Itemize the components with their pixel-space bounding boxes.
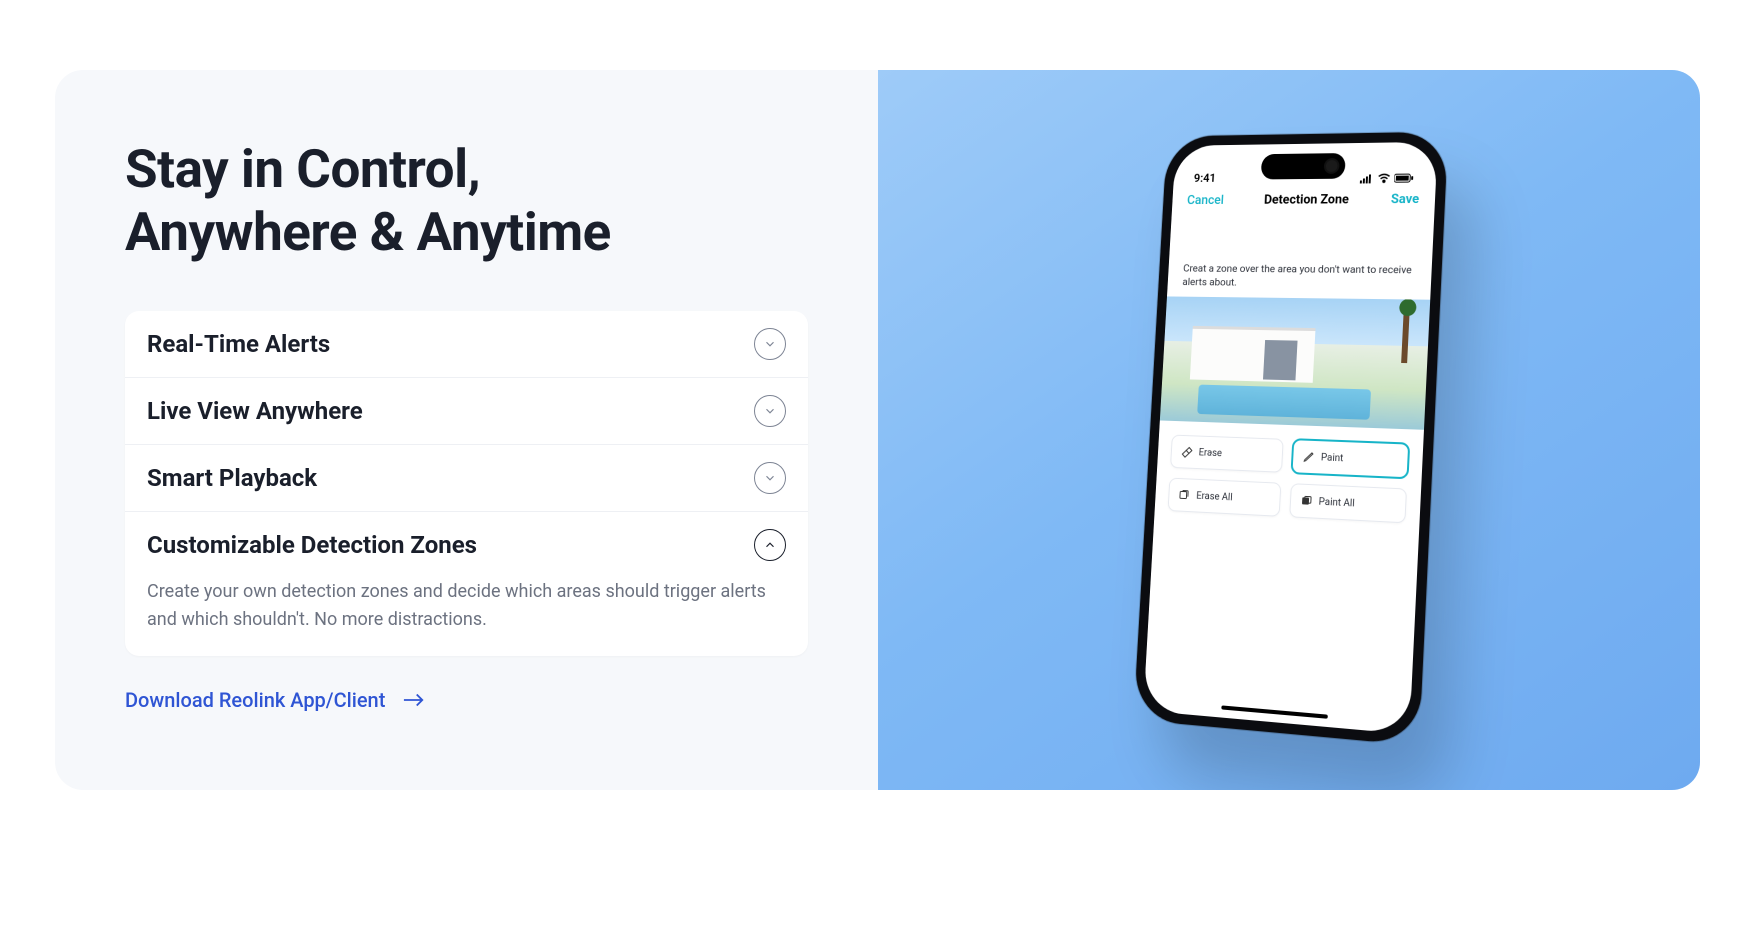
tool-label: Paint bbox=[1321, 452, 1344, 464]
headline: Stay in Control, Anywhere & Anytime bbox=[125, 138, 808, 263]
accordion: Real-Time Alerts Live View Anywhere Smar… bbox=[125, 311, 808, 656]
download-link[interactable]: Download Reolink App/Client bbox=[125, 688, 808, 712]
accordion-body: Create your own detection zones and deci… bbox=[125, 578, 808, 656]
accordion-header[interactable]: Live View Anywhere bbox=[125, 378, 808, 444]
home-indicator bbox=[1221, 705, 1328, 718]
accordion-title: Real-Time Alerts bbox=[147, 330, 330, 358]
phone-save-button[interactable]: Save bbox=[1391, 192, 1420, 207]
tool-label: Paint All bbox=[1319, 496, 1356, 509]
tool-erase-button[interactable]: Erase bbox=[1170, 435, 1283, 473]
accordion-item-real-time-alerts: Real-Time Alerts bbox=[125, 311, 808, 378]
chevron-up-icon bbox=[754, 529, 786, 561]
status-icons bbox=[1360, 173, 1415, 183]
accordion-item-detection-zones: Customizable Detection Zones Create your… bbox=[125, 512, 808, 656]
pencil-icon bbox=[1302, 451, 1314, 464]
phone-camera-preview[interactable] bbox=[1160, 297, 1430, 430]
download-link-label: Download Reolink App/Client bbox=[125, 688, 385, 712]
wifi-icon bbox=[1378, 173, 1391, 183]
accordion-title: Customizable Detection Zones bbox=[147, 531, 477, 559]
paint-all-icon bbox=[1300, 495, 1312, 508]
preview-house bbox=[1190, 326, 1316, 383]
accordion-header[interactable]: Customizable Detection Zones bbox=[125, 512, 808, 578]
headline-line1: Stay in Control, bbox=[125, 138, 480, 200]
headline-line2: Anywhere & Anytime bbox=[125, 201, 611, 263]
chevron-down-icon bbox=[754, 395, 786, 427]
right-panel: 9:41 Cancel Detection Zone Save Creat a … bbox=[878, 70, 1701, 790]
eraser-icon bbox=[1181, 446, 1193, 458]
left-panel: Stay in Control, Anywhere & Anytime Real… bbox=[55, 70, 878, 790]
accordion-header[interactable]: Smart Playback bbox=[125, 445, 808, 511]
tool-paint-button[interactable]: Paint bbox=[1291, 440, 1409, 479]
feature-card: Stay in Control, Anywhere & Anytime Real… bbox=[55, 70, 1700, 790]
arrow-right-icon bbox=[403, 688, 425, 712]
chevron-down-icon bbox=[754, 328, 786, 360]
accordion-item-smart-playback: Smart Playback bbox=[125, 445, 808, 512]
battery-icon bbox=[1394, 173, 1414, 183]
dynamic-island bbox=[1260, 153, 1345, 179]
phone-cancel-button[interactable]: Cancel bbox=[1187, 193, 1224, 208]
phone-nav-title: Detection Zone bbox=[1264, 192, 1350, 207]
chevron-down-icon bbox=[754, 462, 786, 494]
phone-mockup: 9:41 Cancel Detection Zone Save Creat a … bbox=[1134, 132, 1449, 746]
tool-label: Erase bbox=[1199, 447, 1223, 459]
phone-navbar: Cancel Detection Zone Save bbox=[1172, 186, 1436, 218]
tool-erase-all-button[interactable]: Erase All bbox=[1168, 478, 1281, 517]
preview-palm bbox=[1401, 308, 1410, 364]
phone-tool-grid: Erase Paint Erase All Paint All bbox=[1154, 421, 1424, 539]
phone-screen: 9:41 Cancel Detection Zone Save Creat a … bbox=[1143, 142, 1438, 735]
phone-hint-text: Creat a zone over the area you don't wan… bbox=[1167, 217, 1434, 300]
preview-pool bbox=[1197, 385, 1371, 420]
tool-label: Erase All bbox=[1196, 491, 1233, 504]
accordion-item-live-view: Live View Anywhere bbox=[125, 378, 808, 445]
signal-icon bbox=[1360, 173, 1374, 183]
tool-paint-all-button[interactable]: Paint All bbox=[1289, 484, 1407, 524]
erase-all-icon bbox=[1179, 489, 1191, 501]
status-time: 9:41 bbox=[1194, 171, 1217, 185]
accordion-title: Live View Anywhere bbox=[147, 397, 363, 425]
accordion-title: Smart Playback bbox=[147, 464, 317, 492]
accordion-header[interactable]: Real-Time Alerts bbox=[125, 311, 808, 377]
